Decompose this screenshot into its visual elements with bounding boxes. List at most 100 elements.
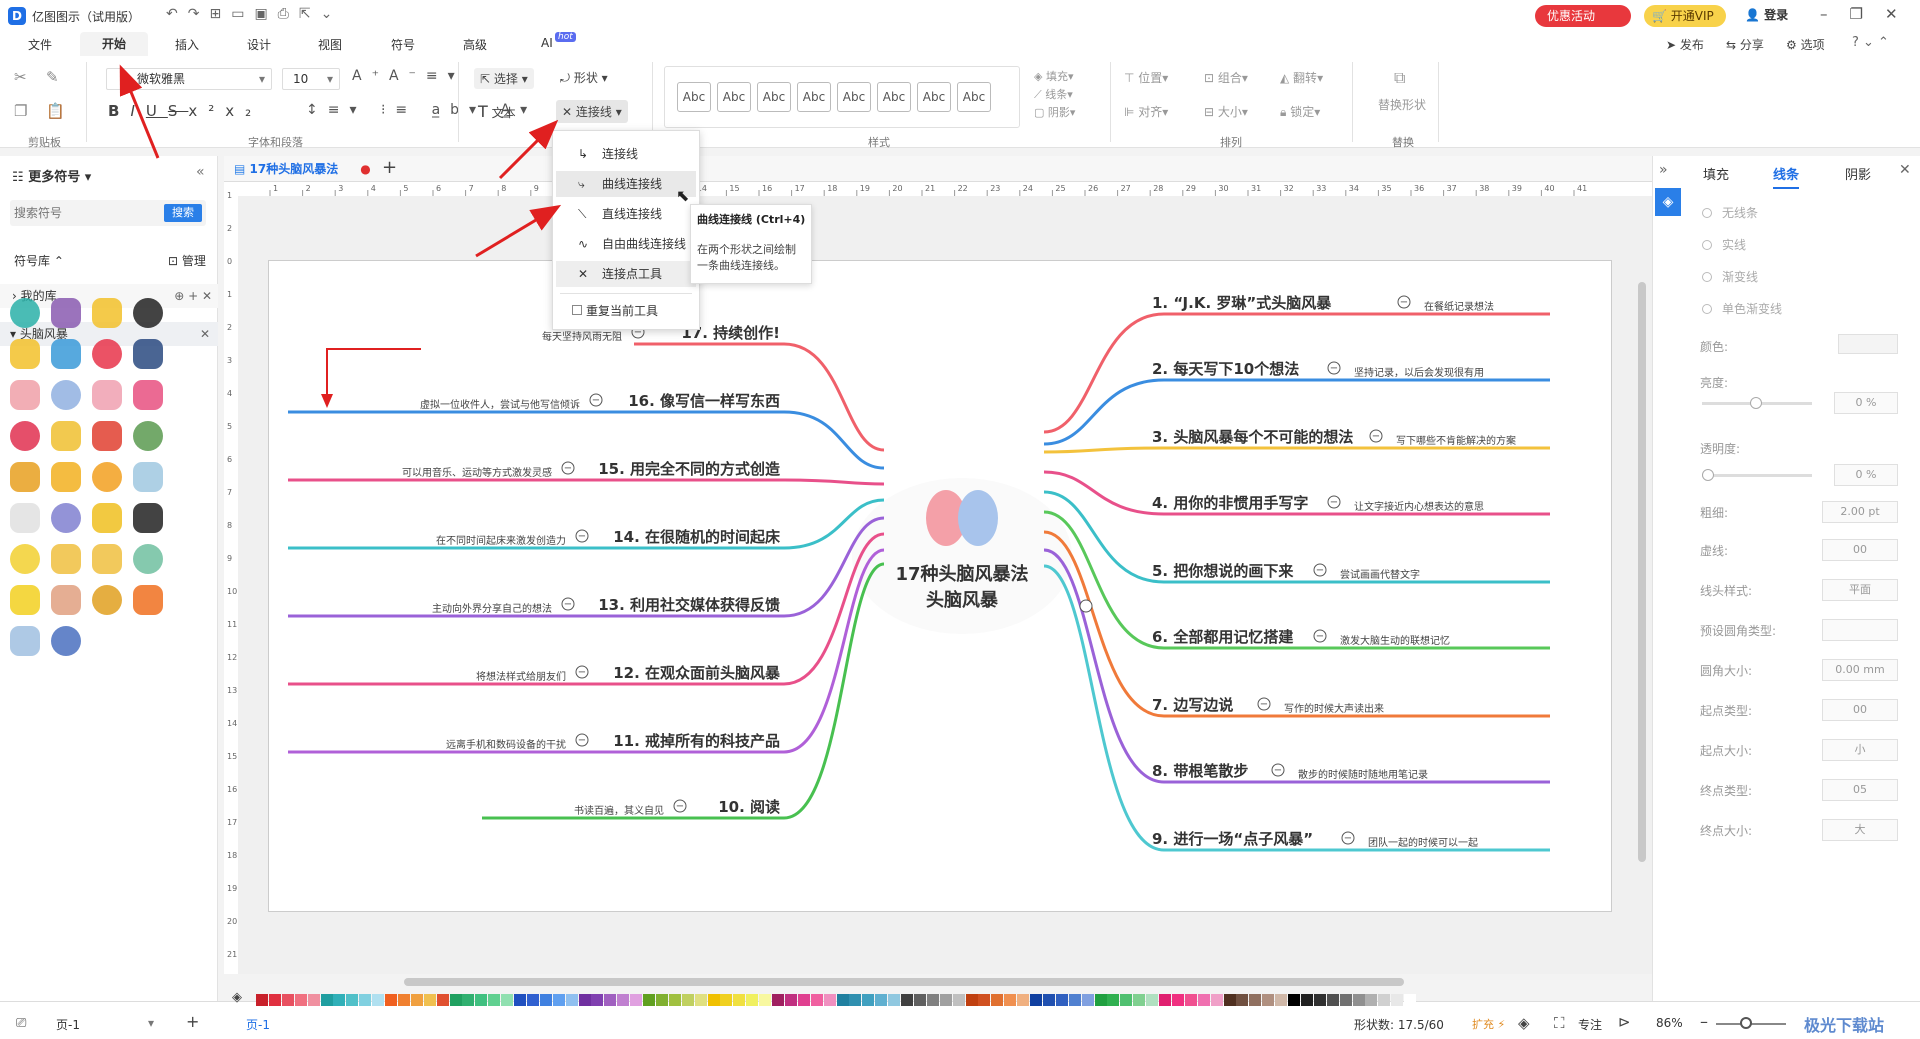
branch-title[interactable]: 14. 在很随机的时间起床 xyxy=(613,528,781,546)
paste-icon[interactable]: 📋 xyxy=(46,102,65,120)
color-swatch[interactable] xyxy=(1068,994,1081,1006)
line-type-radio[interactable]: 无线条 xyxy=(1702,204,1758,221)
zoom-out-icon[interactable]: – xyxy=(1700,1012,1708,1031)
branch-note[interactable]: 激发大脑生动的联想记忆 xyxy=(1340,634,1450,647)
color-swatch[interactable] xyxy=(797,994,810,1006)
color-swatch[interactable] xyxy=(423,994,436,1006)
property-value-input[interactable]: 00 xyxy=(1822,699,1898,721)
minimize-icon[interactable]: – xyxy=(1820,5,1850,23)
symbol-thumbnail[interactable] xyxy=(133,503,163,533)
color-swatch[interactable] xyxy=(1313,994,1326,1006)
combine-button[interactable]: ⊡ 组合▾ xyxy=(1204,69,1248,86)
document-tab[interactable]: ▤ 17种头脑风暴法 ● xyxy=(234,156,371,182)
symbol-thumbnail[interactable] xyxy=(92,503,122,533)
color-swatch[interactable] xyxy=(294,994,307,1006)
color-swatch[interactable] xyxy=(617,994,630,1006)
symbol-thumbnail[interactable] xyxy=(51,503,81,533)
style-preset[interactable]: Abc xyxy=(877,82,911,112)
symbol-thumbnail[interactable] xyxy=(51,544,81,574)
style-preset[interactable]: Abc xyxy=(797,82,831,112)
color-swatch[interactable] xyxy=(333,994,346,1006)
close-icon[interactable]: ✕ xyxy=(1885,5,1920,23)
symbol-thumbnail[interactable] xyxy=(92,380,122,410)
symbol-thumbnail[interactable] xyxy=(92,462,122,492)
branch-title[interactable]: 12. 在观众面前头脑风暴 xyxy=(613,664,781,682)
branch-note[interactable]: 在不同时间起床来激发创造力 xyxy=(436,534,566,547)
style-preset[interactable]: Abc xyxy=(757,82,791,112)
color-swatch[interactable] xyxy=(643,994,655,1006)
branch-note[interactable]: 可以用音乐、运动等方式激发灵感 xyxy=(402,466,552,479)
color-swatch[interactable] xyxy=(514,994,526,1006)
line-type-radio[interactable]: 渐变线 xyxy=(1702,268,1758,285)
color-swatch[interactable] xyxy=(1223,994,1236,1006)
symbol-thumbnail[interactable] xyxy=(51,462,81,492)
select-tool-button[interactable]: ⇱ 选择 ▾ xyxy=(474,68,534,89)
branch-title[interactable]: 2. 每天写下10个想法 xyxy=(1152,360,1299,378)
color-swatch[interactable] xyxy=(1094,994,1107,1006)
save-icon[interactable]: ▣ xyxy=(254,6,277,22)
shadow-button[interactable]: ▢ 阴影▾ xyxy=(1034,104,1075,120)
repeat-tool-checkbox[interactable] xyxy=(572,305,582,315)
close-panel-icon[interactable]: ✕ xyxy=(1899,162,1911,178)
play-icon[interactable]: ⊳ xyxy=(1618,1013,1631,1031)
color-swatch[interactable] xyxy=(462,994,475,1006)
color-swatch[interactable] xyxy=(1081,994,1094,1006)
branch-note[interactable]: 写下哪些不肯能解决的方案 xyxy=(1396,434,1516,447)
symbol-thumbnail[interactable] xyxy=(92,585,122,615)
color-swatch[interactable] xyxy=(372,994,385,1006)
menu-item-connector[interactable]: ↳ 连接线 xyxy=(556,141,696,167)
color-swatch[interactable] xyxy=(1339,994,1352,1006)
branch-title[interactable]: 9. 进行一场“点子风暴” xyxy=(1152,830,1313,848)
color-swatch[interactable] xyxy=(501,994,514,1006)
menu-design[interactable]: 设计 xyxy=(247,36,271,53)
color-swatch[interactable] xyxy=(939,994,952,1006)
color-swatch[interactable] xyxy=(1184,994,1197,1006)
replace-shape-icon[interactable]: ⧉ xyxy=(1394,68,1405,88)
symbol-thumbnail[interactable] xyxy=(10,462,40,492)
color-swatch[interactable] xyxy=(1262,994,1275,1006)
redo-icon[interactable]: ↷ xyxy=(188,6,210,22)
symbol-thumbnail[interactable] xyxy=(51,421,81,451)
color-swatch[interactable] xyxy=(1352,994,1365,1006)
color-swatch[interactable] xyxy=(539,994,552,1006)
branch-title[interactable]: 15. 用完全不同的方式创造 xyxy=(598,460,780,478)
property-value-input[interactable]: 大 xyxy=(1822,819,1898,841)
branch-title[interactable]: 1. “J.K. 罗琳”式头脑风暴 xyxy=(1152,294,1332,312)
color-swatch[interactable] xyxy=(694,994,707,1006)
menu-symbol[interactable]: 符号 xyxy=(391,36,415,53)
text-tool-button[interactable]: T 文本 xyxy=(478,102,516,121)
format-painter-icon[interactable]: ✎ xyxy=(46,68,59,86)
menu-item-freeform-connector[interactable]: ∿ 自由曲线连接线 xyxy=(556,231,696,257)
color-swatch[interactable] xyxy=(875,994,888,1006)
fill-bucket-icon[interactable]: ◈ xyxy=(232,990,242,1005)
color-swatch[interactable] xyxy=(1171,994,1184,1006)
style-preset[interactable]: Abc xyxy=(957,82,991,112)
branch-title[interactable]: 5. 把你想说的画下来 xyxy=(1152,562,1294,580)
branch-note[interactable]: 书读百遍，其义自见 xyxy=(574,804,664,817)
property-value-input[interactable]: 小 xyxy=(1822,739,1898,761)
color-swatch[interactable] xyxy=(849,994,862,1006)
font-name-select[interactable]: 微软雅黑 ▾ xyxy=(106,68,272,90)
property-value-input[interactable]: 2.00 pt xyxy=(1822,501,1898,523)
color-swatch[interactable] xyxy=(888,994,901,1006)
export-icon[interactable]: ⇱ xyxy=(299,6,321,22)
color-swatch[interactable] xyxy=(1004,994,1017,1006)
branch-title[interactable]: 11. 戒掉所有的科技产品 xyxy=(613,732,780,750)
branch-title[interactable]: 4. 用你的非惯用手写字 xyxy=(1152,494,1308,512)
color-swatch[interactable] xyxy=(488,994,501,1006)
slider-thumb[interactable] xyxy=(1702,469,1714,481)
branch-note[interactable]: 散步的时候随时随地用笔记录 xyxy=(1298,768,1428,781)
color-swatch[interactable] xyxy=(823,994,836,1006)
color-swatch[interactable] xyxy=(604,994,617,1006)
symbol-thumbnail[interactable] xyxy=(51,339,81,369)
restore-icon[interactable]: ❐ xyxy=(1850,5,1885,23)
cut-icon[interactable]: ✂ xyxy=(14,68,27,86)
symbol-thumbnail[interactable] xyxy=(51,380,81,410)
login-button[interactable]: 👤 登录 xyxy=(1745,6,1788,23)
panel-fill-tool-icon[interactable]: ◈ xyxy=(1655,188,1681,216)
tab-line[interactable]: 线条 xyxy=(1773,164,1800,189)
drawn-connector-arrow[interactable] xyxy=(326,348,421,402)
undo-icon[interactable]: ↶ xyxy=(166,6,188,22)
collapse-panel-icon[interactable]: « xyxy=(196,164,205,180)
color-swatch[interactable] xyxy=(862,994,875,1006)
